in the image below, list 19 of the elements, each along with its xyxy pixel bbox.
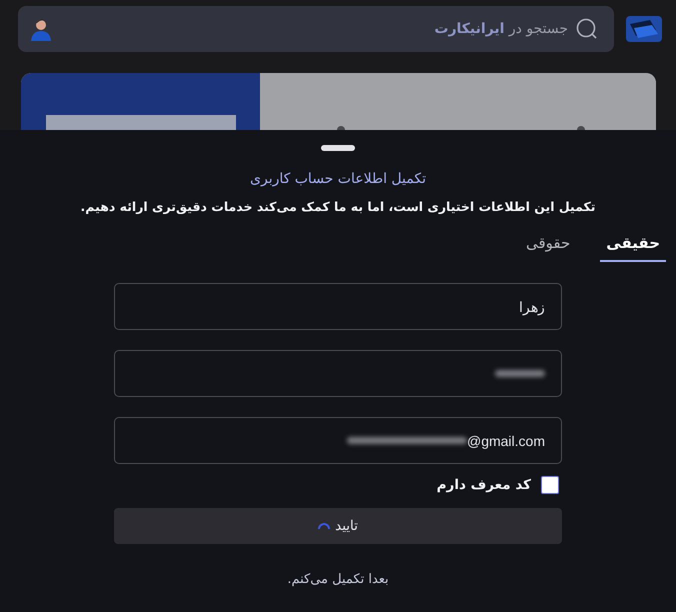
field-value: @gmail.com <box>466 432 545 448</box>
sheet-title: تکمیل اطلاعات حساب کاربری <box>250 171 426 187</box>
drag-handle[interactable] <box>321 145 355 151</box>
checkbox-label: کد معرف دارم <box>436 477 531 493</box>
tab[interactable]: حقوقی <box>520 234 576 262</box>
input-field[interactable]: @gmail.com <box>114 417 562 464</box>
field-value: زهرا <box>519 298 545 314</box>
later-link[interactable]: بعدا تکمیل می‌کنم. <box>287 572 389 587</box>
search-placeholder: جستجو در ایرانیکارت <box>434 21 568 37</box>
input-field[interactable]: زهرا <box>114 283 562 330</box>
avatar-icon[interactable] <box>30 17 52 41</box>
input-field[interactable] <box>114 350 562 397</box>
sheet-description: تکمیل این اطلاعات اختیاری است، اما به ما کمک می‌کند خدمات دقیق‌تری ارائه دهیم. <box>80 199 596 214</box>
logo-icon[interactable] <box>626 16 662 42</box>
checkbox[interactable] <box>541 476 559 494</box>
search-icon <box>576 18 598 40</box>
tab[interactable]: حقیقی <box>600 234 666 262</box>
search-field[interactable]: جستجو در ایرانیکارت <box>18 6 614 52</box>
confirm-button[interactable]: تایید <box>114 508 562 544</box>
